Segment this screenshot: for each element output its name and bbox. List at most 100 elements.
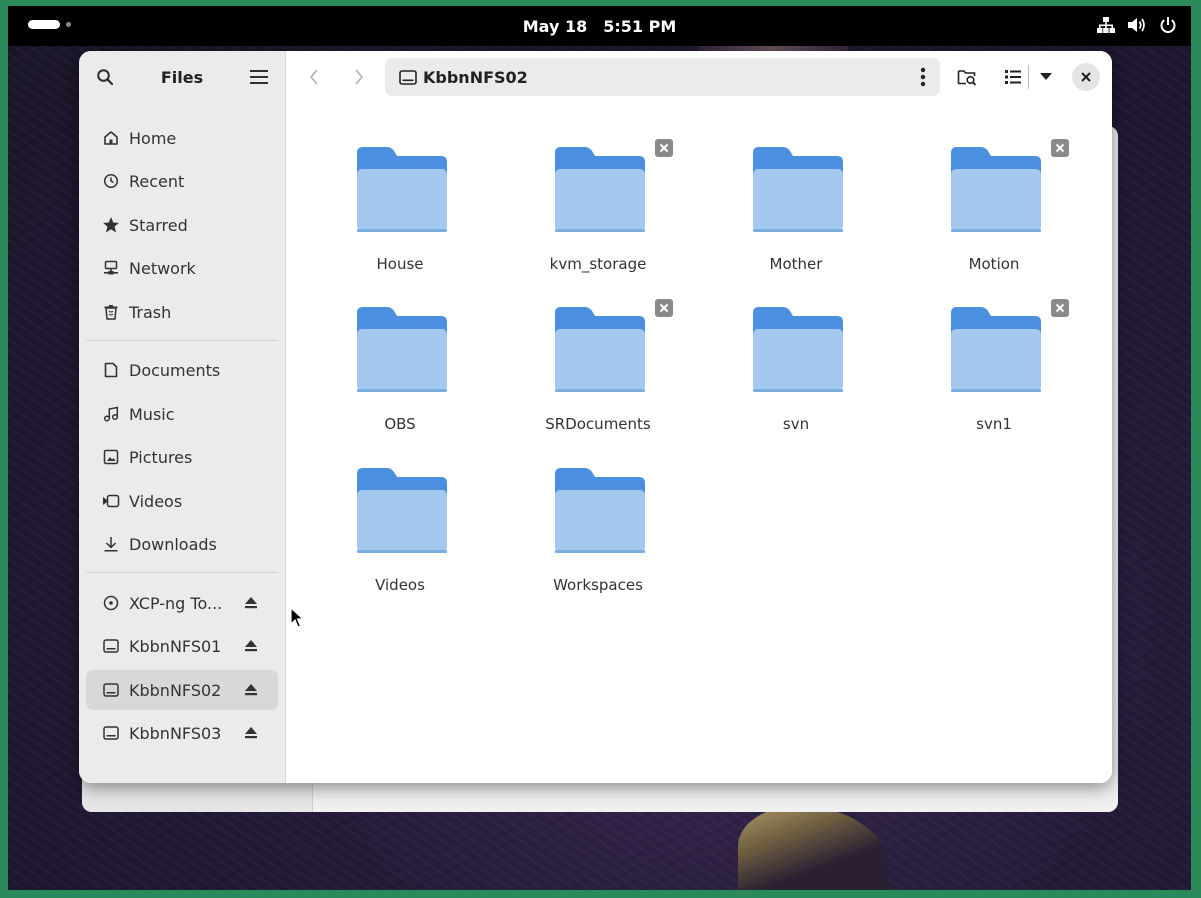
folder-item[interactable]: svn1 — [914, 299, 1074, 449]
more-options-icon[interactable] — [920, 67, 926, 91]
sidebar-item-downloads[interactable]: Downloads — [86, 524, 278, 564]
sidebar-item-recent[interactable]: Recent — [86, 161, 278, 201]
drive-icon — [101, 723, 121, 743]
sidebar-item-kbbnnfs03[interactable]: KbbnNFS03 — [86, 713, 278, 753]
folder-name: svn — [782, 415, 810, 433]
folder-item[interactable]: House — [320, 139, 480, 289]
folder-item[interactable]: Motion — [914, 139, 1074, 289]
sidebar-item-kbbnnfs02[interactable]: KbbnNFS02 — [86, 670, 278, 710]
video-icon — [101, 491, 121, 511]
sidebar-item-label: Trash — [129, 302, 172, 322]
folder-icon — [357, 147, 447, 232]
folder-name: SRDocuments — [545, 415, 651, 433]
sidebar-separator — [86, 572, 278, 573]
trash-icon — [101, 302, 121, 322]
drive-icon — [101, 636, 121, 656]
folder-name: Motion — [968, 255, 1020, 273]
sidebar-item-label: KbbnNFS01 — [129, 636, 222, 656]
download-icon — [101, 534, 121, 554]
drive-icon — [399, 69, 417, 85]
sidebar-item-label: Home — [129, 128, 177, 148]
search-folder-icon[interactable] — [955, 65, 979, 89]
shared-emblem-icon — [1051, 299, 1069, 317]
back-button[interactable] — [302, 65, 326, 89]
desktop: May 18 5:51 PM Files Home Recent Starred… — [8, 6, 1191, 890]
volume-icon[interactable] — [1127, 16, 1147, 34]
folder-name: House — [376, 255, 424, 273]
sidebar-separator — [86, 340, 278, 341]
picture-icon — [101, 447, 121, 467]
folder-icon — [555, 307, 645, 392]
sidebar-item-trash[interactable]: Trash — [86, 292, 278, 332]
hamburger-menu-icon[interactable] — [247, 65, 271, 89]
view-options-dropdown-icon[interactable] — [1034, 65, 1058, 89]
files-window: Files Home Recent Starred Network Trash … — [79, 51, 1112, 783]
network-icon[interactable] — [1097, 16, 1115, 34]
folder-name: Workspaces — [553, 576, 643, 594]
system-tray[interactable] — [1097, 16, 1177, 34]
date-label: May 18 — [522, 17, 588, 36]
list-view-icon[interactable] — [1001, 65, 1025, 89]
sidebar-item-home[interactable]: Home — [86, 118, 278, 158]
forward-button[interactable] — [347, 65, 371, 89]
folder-item[interactable]: Videos — [320, 460, 480, 610]
view-divider — [1028, 65, 1029, 89]
sidebar-item-label: KbbnNFS03 — [129, 723, 222, 743]
shared-emblem-icon — [655, 299, 673, 317]
sidebar-item-xcp-ng-tools[interactable]: XCP-ng To... — [86, 583, 278, 623]
header-bar: KbbnNFS02 — [286, 51, 1112, 103]
eject-icon[interactable] — [244, 682, 258, 701]
folder-item[interactable]: SRDocuments — [518, 299, 678, 449]
sidebar-item-label: Starred — [129, 215, 188, 235]
recent-icon — [101, 171, 121, 191]
close-button[interactable] — [1072, 63, 1100, 91]
folder-name: Videos — [375, 576, 425, 594]
sidebar-item-label: KbbnNFS02 — [129, 680, 222, 700]
power-icon[interactable] — [1159, 16, 1177, 34]
sidebar-item-network[interactable]: Network — [86, 248, 278, 288]
document-icon — [101, 360, 121, 380]
eject-icon[interactable] — [244, 595, 258, 614]
folder-item[interactable]: Mother — [716, 139, 876, 289]
folder-item[interactable]: kvm_storage — [518, 139, 678, 289]
folder-icon — [357, 307, 447, 392]
folder-name: kvm_storage — [549, 255, 647, 273]
folder-icon — [951, 307, 1041, 392]
sidebar-item-label: Downloads — [129, 534, 217, 554]
disc-icon — [101, 593, 121, 613]
sidebar-item-kbbnnfs01[interactable]: KbbnNFS01 — [86, 626, 278, 666]
folder-icon — [357, 468, 447, 553]
folder-item[interactable]: svn — [716, 299, 876, 449]
sidebar-item-label: Music — [129, 404, 175, 424]
sidebar-item-documents[interactable]: Documents — [86, 350, 278, 390]
sidebar-item-label: Videos — [129, 491, 183, 511]
location-label: KbbnNFS02 — [423, 67, 528, 87]
location-bar[interactable]: KbbnNFS02 — [385, 58, 940, 96]
folder-item[interactable]: Workspaces — [518, 460, 678, 610]
clock[interactable]: May 18 5:51 PM — [8, 17, 1191, 36]
sidebar: Files Home Recent Starred Network Trash … — [79, 51, 286, 783]
sidebar-item-starred[interactable]: Starred — [86, 205, 278, 245]
time-label: 5:51 PM — [603, 17, 677, 36]
mouse-pointer-icon — [290, 607, 304, 628]
folder-name: Mother — [769, 255, 823, 273]
sidebar-item-music[interactable]: Music — [86, 394, 278, 434]
sidebar-item-videos[interactable]: Videos — [86, 481, 278, 521]
top-bar: May 18 5:51 PM — [8, 6, 1191, 46]
folder-item[interactable]: OBS — [320, 299, 480, 449]
sidebar-item-label: Documents — [129, 360, 221, 380]
home-icon — [101, 128, 121, 148]
eject-icon[interactable] — [244, 638, 258, 657]
folder-icon — [753, 307, 843, 392]
sidebar-item-pictures[interactable]: Pictures — [86, 437, 278, 477]
file-view: KbbnNFS02 House kvm_storage Mother Motio… — [286, 51, 1112, 783]
drive-icon — [101, 680, 121, 700]
folder-icon — [753, 147, 843, 232]
folder-icon — [555, 147, 645, 232]
sidebar-item-label: Recent — [129, 171, 185, 191]
close-icon — [1081, 72, 1091, 82]
sidebar-header: Files — [79, 51, 285, 103]
shared-emblem-icon — [655, 139, 673, 157]
eject-icon[interactable] — [244, 725, 258, 744]
folder-name: svn1 — [976, 415, 1012, 433]
